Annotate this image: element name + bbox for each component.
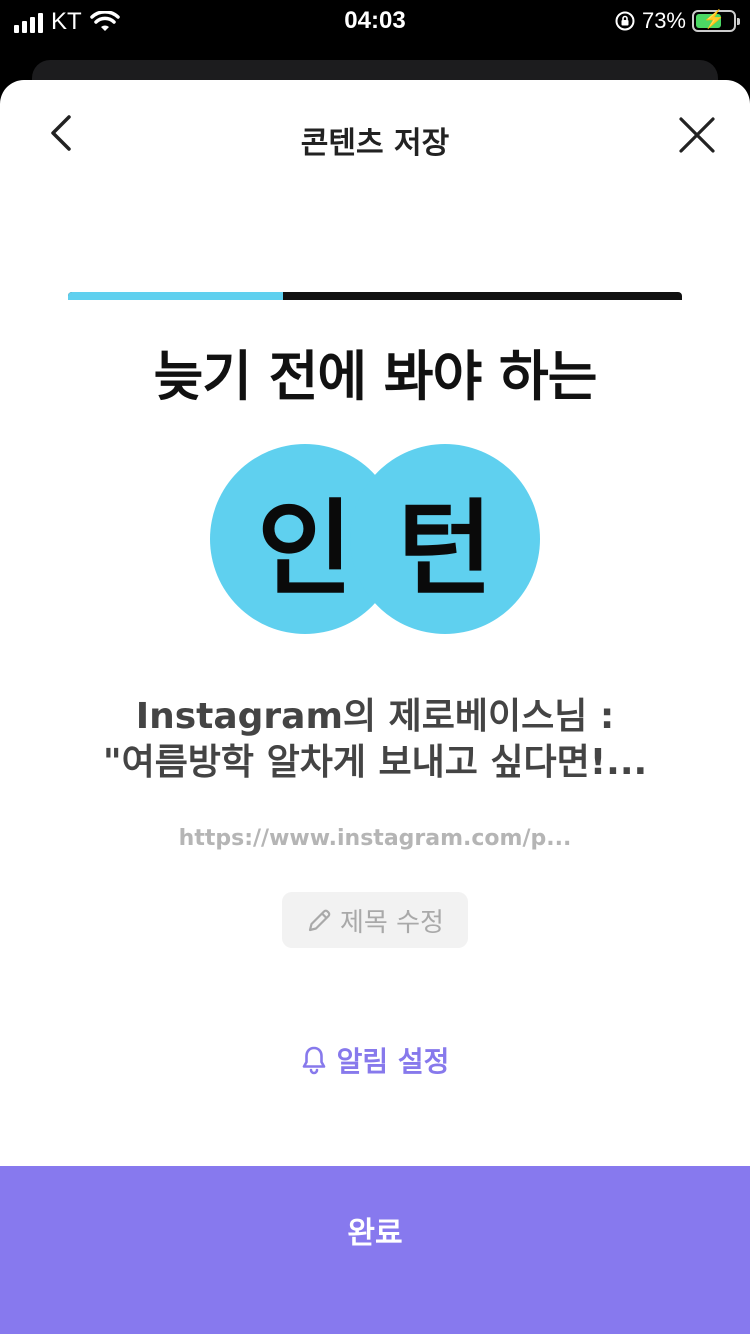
done-button-label: 완료 [347,1216,403,1251]
done-button[interactable]: 완료 [0,1166,750,1334]
content-title-line-2: "여름방학 알차게 보내고 싶다면!... [102,742,648,783]
circle-right-text: 턴 [397,487,493,610]
circle-left-text: 인 [257,487,353,610]
orientation-lock-icon [615,11,635,31]
content-url: https://www.instagram.com/p... [178,826,572,851]
close-icon [679,117,715,153]
status-bar: KT 04:03 73% ⚡ [0,0,750,44]
battery-percent: 73% [641,8,686,33]
bell-icon [302,1046,325,1075]
content-title: Instagram의 제로베이스님 : "여름방학 알차게 보내고 싶다면!..… [60,694,690,786]
edit-title-label: 제목 수정 [340,907,444,938]
edit-title-button[interactable]: 제목 수정 [282,892,468,948]
progress-fill [68,292,283,300]
sheet-header: 콘텐츠 저장 [0,80,750,190]
thumbnail-circle-right: 턴 [350,444,540,634]
status-right: 73% ⚡ [614,8,740,34]
alarm-settings-button[interactable]: 알림 설정 [0,1040,750,1080]
content-title-line-1: Instagram의 제로베이스님 : [135,696,615,737]
thumbnail-headline: 늦기 전에 봐야 하는 [153,345,598,408]
alarm-settings-label: 알림 설정 [336,1045,450,1078]
battery-icon: ⚡ [692,9,740,32]
thumbnail-progress-bar [68,292,682,300]
save-content-sheet: 콘텐츠 저장 늦기 전에 봐야 하는 인 턴 Instagram의 제로베이스님… [0,80,750,1334]
page-title: 콘텐츠 저장 [300,126,450,161]
pencil-icon [308,909,331,932]
close-button[interactable] [672,110,722,160]
